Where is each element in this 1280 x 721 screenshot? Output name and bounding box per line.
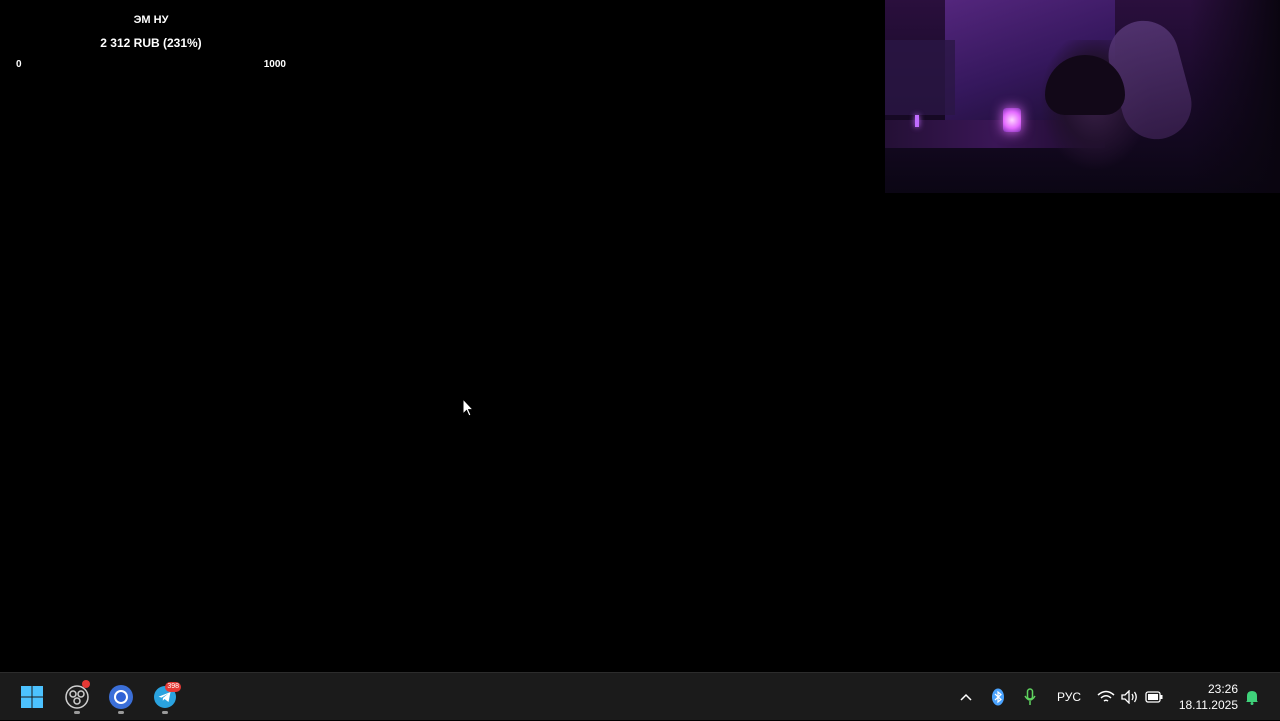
webcam-shadow: [1190, 0, 1280, 193]
chrome-icon: [109, 685, 133, 709]
donation-goal-widget: ЭМ НУ 2 312 RUB (231%) 0 1000: [10, 12, 292, 76]
obs-recording-badge: [82, 680, 90, 688]
goal-progress-fill: [10, 50, 292, 53]
goal-amount: 2 312 RUB (231%): [100, 36, 202, 50]
microphone-in-use-button[interactable]: [1020, 673, 1040, 721]
network-button[interactable]: [1096, 673, 1116, 721]
mouse-cursor-icon: [462, 398, 474, 417]
webcam-led-light: [915, 115, 919, 127]
windows-start-icon: [21, 686, 43, 708]
language-switcher[interactable]: РУС: [1050, 673, 1088, 721]
webcam-overlay: [885, 0, 1280, 193]
clock[interactable]: 23:26 18.11.2025: [1170, 681, 1238, 713]
volume-button[interactable]: [1120, 673, 1140, 721]
clock-time: 23:26: [1207, 682, 1238, 696]
taskbar-app-telegram[interactable]: 398: [145, 677, 185, 717]
battery-button[interactable]: [1144, 673, 1164, 721]
webcam-lamp: [1003, 108, 1021, 132]
running-indicator: [118, 711, 124, 714]
bluetooth-button[interactable]: [988, 673, 1008, 721]
show-hidden-icons-button[interactable]: [956, 673, 976, 721]
webcam-poster: [885, 40, 955, 115]
notifications-button[interactable]: [1242, 673, 1262, 721]
telegram-unread-badge: 398: [165, 682, 181, 692]
running-indicator: [162, 711, 168, 714]
running-indicator: [74, 711, 80, 714]
taskbar-app-browser[interactable]: [101, 677, 141, 717]
obs-icon: [65, 685, 89, 709]
goal-title: ЭМ НУ: [133, 14, 169, 26]
microphone-icon: [1024, 688, 1036, 705]
goal-max-label: 1000: [263, 59, 286, 70]
bell-icon: [1246, 691, 1258, 705]
bluetooth-icon: [992, 688, 1004, 706]
taskbar: 398 РУС 23:26 18.11.2025: [0, 672, 1280, 720]
start-button[interactable]: [12, 677, 52, 717]
goal-min-label: 0: [16, 59, 22, 70]
speaker-icon: [1121, 690, 1137, 704]
chevron-up-icon: [960, 693, 972, 701]
taskbar-app-obs[interactable]: [57, 677, 97, 717]
wifi-icon: [1097, 690, 1115, 702]
clock-date: 18.11.2025: [1178, 698, 1238, 712]
battery-charging-icon: [1145, 691, 1163, 703]
goal-progress-bar: [10, 50, 292, 53]
